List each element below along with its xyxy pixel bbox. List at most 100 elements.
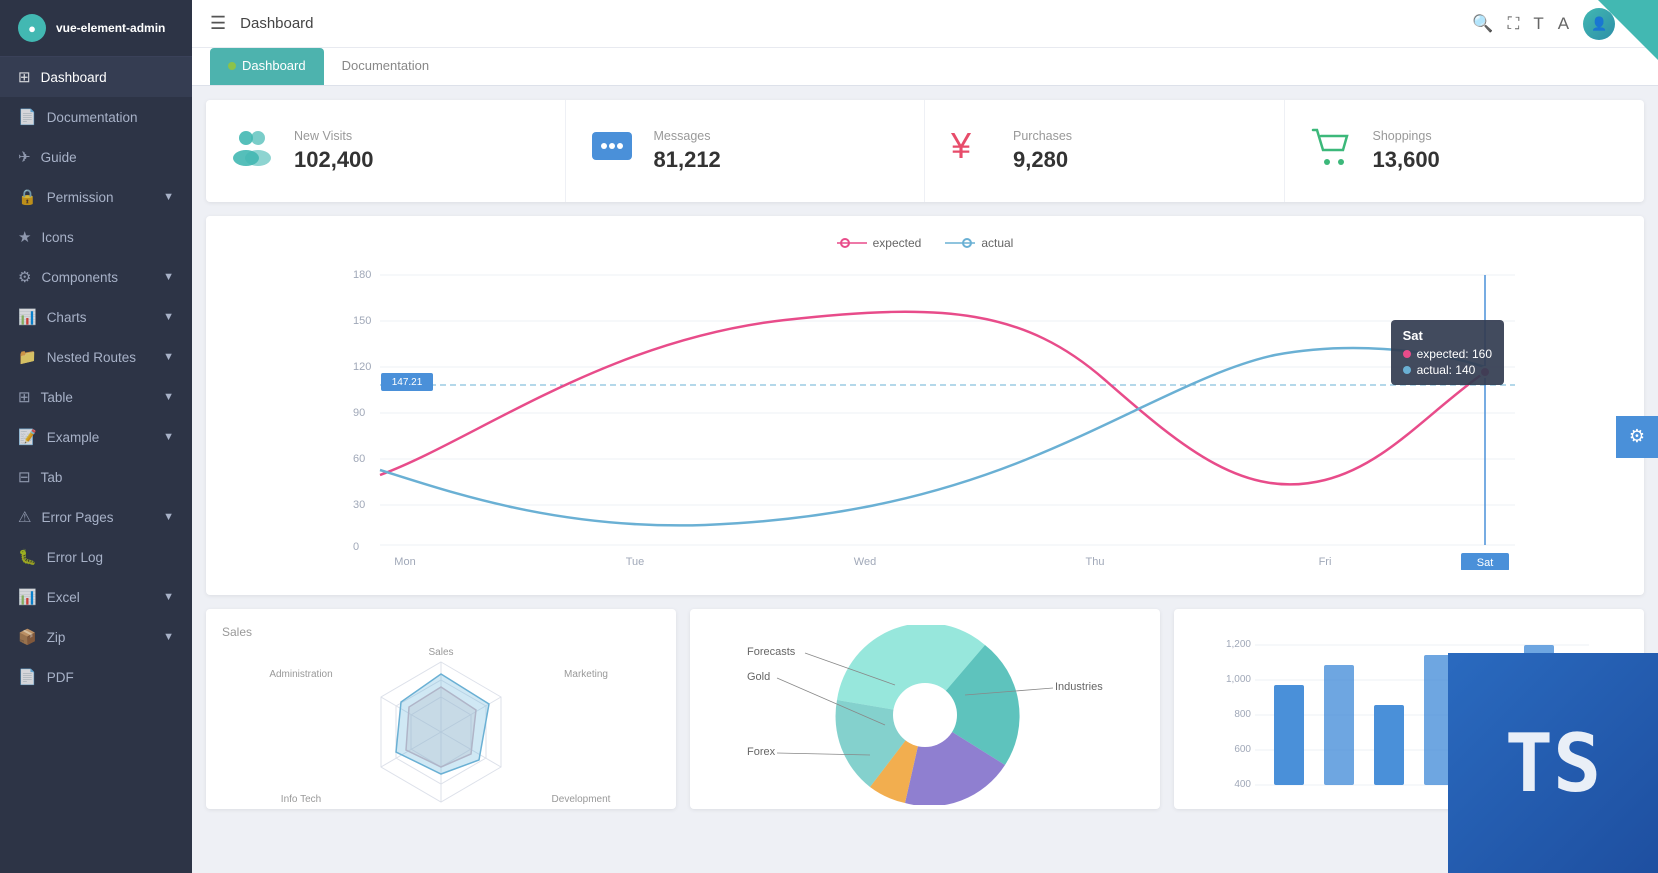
svg-text:Sat: Sat	[1477, 557, 1494, 569]
sidebar-item-label: Documentation	[47, 110, 138, 125]
svg-text:180: 180	[353, 269, 371, 281]
new-visits-icon	[228, 122, 276, 180]
sidebar-item-zip[interactable]: 📦 Zip ▼	[0, 617, 192, 657]
nested-routes-icon: 📁	[18, 348, 37, 366]
new-visits-value: 102,400	[294, 147, 374, 173]
svg-text:Thu: Thu	[1086, 556, 1105, 568]
svg-text:Forex: Forex	[747, 746, 776, 758]
table-icon: ⊞	[18, 388, 31, 406]
topbar: ☰ Dashboard 🔍 ⛶ T A 👤 ▼	[192, 0, 1658, 48]
svg-text:Fri: Fri	[1319, 556, 1332, 568]
chevron-down-icon: ▼	[163, 591, 174, 603]
tabs-bar: Dashboard Documentation	[192, 48, 1658, 86]
svg-text:Industries: Industries	[1055, 681, 1103, 693]
chevron-down-icon: ▼	[163, 271, 174, 283]
sidebar-item-label: Dashboard	[41, 70, 107, 85]
chevron-down-icon: ▼	[163, 511, 174, 523]
bottom-charts-row: Sales	[206, 609, 1644, 809]
sidebar-item-charts[interactable]: 📊 Charts ▼	[0, 297, 192, 337]
svg-text:Gold: Gold	[747, 671, 770, 683]
chart-legend: expected actual	[226, 236, 1624, 250]
sidebar-item-label: Excel	[47, 590, 80, 605]
sidebar-item-example[interactable]: 📝 Example ▼	[0, 417, 192, 457]
purchases-icon: ¥	[947, 122, 995, 180]
sidebar-item-table[interactable]: ⊞ Table ▼	[0, 377, 192, 417]
font-icon[interactable]: T	[1533, 14, 1543, 34]
shoppings-info: Shoppings 13,600	[1373, 129, 1440, 173]
svg-text:Marketing: Marketing	[564, 669, 608, 680]
accessibility-icon[interactable]: A	[1558, 14, 1569, 34]
svg-text:147.21: 147.21	[392, 377, 423, 388]
sidebar-item-label: PDF	[47, 670, 74, 685]
legend-expected-label: expected	[873, 236, 922, 250]
tab-label: Documentation	[342, 58, 429, 73]
svg-text:Administration: Administration	[269, 669, 332, 680]
zip-icon: 📦	[18, 628, 37, 646]
messages-label: Messages	[654, 129, 721, 143]
sidebar-item-permission[interactable]: 🔒 Permission ▼	[0, 177, 192, 217]
sidebar-item-documentation[interactable]: 📄 Documentation	[0, 97, 192, 137]
sidebar-item-tab[interactable]: ⊟ Tab	[0, 457, 192, 497]
svg-text:90: 90	[353, 407, 365, 419]
icons-icon: ★	[18, 228, 31, 246]
tab-documentation[interactable]: Documentation	[324, 48, 447, 85]
sidebar-item-label: Example	[47, 430, 100, 445]
svg-text:1,200: 1,200	[1226, 639, 1251, 650]
menu-icon[interactable]: ☰	[210, 13, 226, 34]
svg-text:120: 120	[353, 361, 371, 373]
sidebar-item-icons[interactable]: ★ Icons	[0, 217, 192, 257]
svg-text:¥: ¥	[950, 125, 972, 166]
svg-text:Sales: Sales	[428, 647, 453, 658]
sidebar-item-error-pages[interactable]: ⚠ Error Pages ▼	[0, 497, 192, 537]
excel-icon: 📊	[18, 588, 37, 606]
charts-icon: 📊	[18, 308, 37, 326]
sidebar-item-dashboard[interactable]: ⊞ Dashboard	[0, 57, 192, 97]
ts-watermark: TS	[1448, 653, 1658, 873]
sidebar-item-excel[interactable]: 📊 Excel ▼	[0, 577, 192, 617]
radar-chart-svg: Sales Administration Marketing Developme…	[222, 647, 660, 809]
svg-text:400: 400	[1234, 779, 1251, 790]
settings-fab[interactable]: ⚙	[1616, 416, 1658, 458]
sidebar-item-error-log[interactable]: 🐛 Error Log	[0, 537, 192, 577]
tab-dashboard[interactable]: Dashboard	[210, 48, 324, 85]
sidebar-item-nested-routes[interactable]: 📁 Nested Routes ▼	[0, 337, 192, 377]
sidebar-item-label: Error Pages	[41, 510, 113, 525]
sidebar-item-label: Tab	[41, 470, 63, 485]
logo-icon: ●	[18, 14, 46, 42]
pie-chart-svg: Forecasts Gold Forex Industries	[706, 625, 1144, 805]
svg-text:30: 30	[353, 499, 365, 511]
example-icon: 📝	[18, 428, 37, 446]
sidebar-item-components[interactable]: ⚙ Components ▼	[0, 257, 192, 297]
svg-text:Wed: Wed	[854, 556, 876, 568]
stat-card-shoppings: Shoppings 13,600	[1285, 100, 1645, 202]
sidebar-item-pdf[interactable]: 📄 PDF	[0, 657, 192, 697]
svg-text:150: 150	[353, 315, 371, 327]
chevron-down-icon: ▼	[163, 191, 174, 203]
svg-text:0: 0	[353, 541, 359, 553]
chart-svg-wrapper: 180 150 120 90 60 30 0	[226, 260, 1624, 575]
svg-text:600: 600	[1234, 744, 1251, 755]
purchases-info: Purchases 9,280	[1013, 129, 1072, 173]
error-pages-icon: ⚠	[18, 508, 31, 526]
radar-chart-card: Sales	[206, 609, 676, 809]
legend-actual: actual	[945, 236, 1013, 250]
search-icon[interactable]: 🔍	[1472, 14, 1493, 34]
svg-text:800: 800	[1234, 709, 1251, 720]
svg-text:Mon: Mon	[394, 556, 415, 568]
purchases-label: Purchases	[1013, 129, 1072, 143]
purchases-value: 9,280	[1013, 147, 1072, 173]
line-chart-svg: 180 150 120 90 60 30 0	[226, 260, 1624, 570]
sidebar-item-label: Error Log	[47, 550, 103, 565]
main-content: ☰ Dashboard 🔍 ⛶ T A 👤 ▼ Dashboard Docume…	[192, 0, 1658, 873]
error-log-icon: 🐛	[18, 548, 37, 566]
sidebar-item-guide[interactable]: ✈ Guide	[0, 137, 192, 177]
dashboard-icon: ⊞	[18, 68, 31, 86]
shoppings-value: 13,600	[1373, 147, 1440, 173]
legend-expected: expected	[837, 236, 922, 250]
shoppings-icon	[1307, 122, 1355, 180]
messages-icon	[588, 122, 636, 180]
svg-text:1,000: 1,000	[1226, 674, 1251, 685]
messages-info: Messages 81,212	[654, 129, 721, 173]
fullscreen-icon[interactable]: ⛶	[1507, 14, 1519, 34]
sidebar-item-label: Nested Routes	[47, 350, 136, 365]
